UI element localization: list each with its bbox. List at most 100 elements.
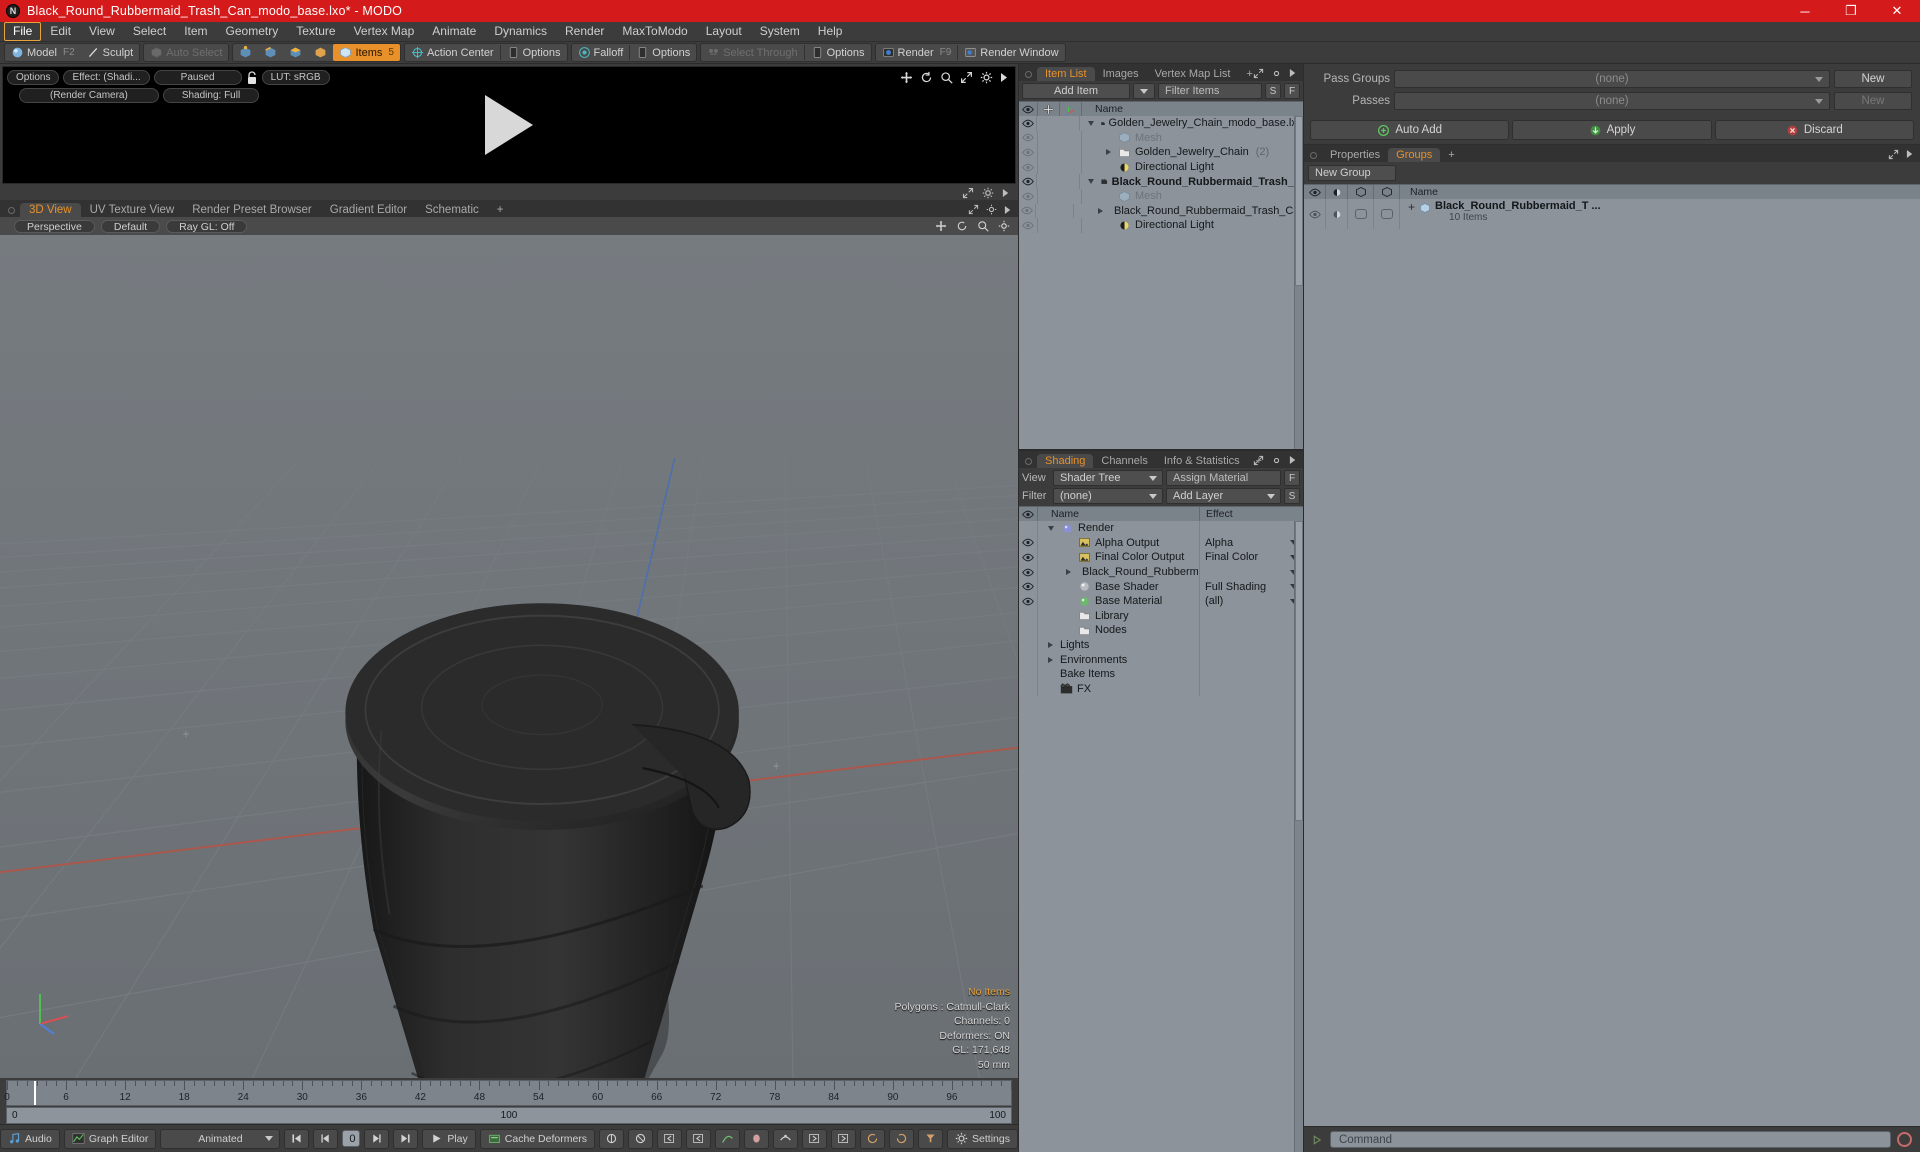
fit-icon[interactable] <box>1888 149 1899 160</box>
menu-select[interactable]: Select <box>124 22 175 41</box>
pass-groups-new-button[interactable]: New <box>1834 70 1912 88</box>
loop-right-button[interactable] <box>831 1128 857 1149</box>
viewport-raygl-button[interactable]: Ray GL: Off <box>166 219 248 233</box>
groups-tab-dot-icon[interactable] <box>1310 152 1317 159</box>
tab-shading[interactable]: Shading <box>1037 454 1094 468</box>
sculpt-mode-button[interactable]: Sculpt <box>81 44 140 61</box>
prev-key2-button[interactable] <box>686 1128 712 1149</box>
fit-icon[interactable] <box>1253 455 1264 466</box>
falloff-button[interactable]: Falloff <box>572 44 630 61</box>
row-visibility-toggle[interactable] <box>1019 623 1038 638</box>
apply-button[interactable]: Apply <box>1512 120 1712 140</box>
row-visibility-toggle[interactable] <box>1019 521 1038 536</box>
close-button[interactable]: ✕ <box>1874 0 1920 22</box>
action-center-options-button[interactable]: Options <box>501 44 567 61</box>
expand-arrow-icon[interactable] <box>1000 72 1009 83</box>
item-list-row[interactable]: Mesh <box>1019 130 1303 146</box>
gear-icon[interactable] <box>986 204 997 215</box>
row-visibility-toggle[interactable] <box>1019 550 1038 565</box>
menu-animate[interactable]: Animate <box>423 22 485 41</box>
preview-shading-button[interactable]: Shading: Full <box>162 88 260 103</box>
filter-items-input[interactable]: Filter Items <box>1158 83 1262 99</box>
eye-icon[interactable] <box>1022 553 1034 562</box>
menu-file[interactable]: File <box>4 22 42 41</box>
expand-plus-icon[interactable]: + <box>1408 200 1415 214</box>
row-visibility-toggle[interactable] <box>1019 535 1038 551</box>
select-through-button[interactable]: Select Through <box>701 44 803 61</box>
viewport-3d[interactable]: ++ + No Items Polygons : Catmull-Clark C… <box>0 235 1018 1078</box>
model-mode-button[interactable]: Model F2 <box>5 44 81 61</box>
viewport-tab-dot-icon[interactable] <box>8 207 15 214</box>
row-visibility-toggle[interactable] <box>1019 203 1036 219</box>
items-mode-button[interactable]: Items 5 <box>333 44 400 61</box>
fit-icon[interactable] <box>962 187 974 199</box>
rotate-icon[interactable] <box>920 71 933 84</box>
scrollbar-thumb[interactable] <box>1295 521 1303 821</box>
item-list-row[interactable]: Golden_Jewelry_Chain (2) <box>1019 145 1303 160</box>
assign-material-button[interactable]: Assign Material <box>1166 470 1281 486</box>
key-shape-button[interactable] <box>744 1128 770 1149</box>
zoom-icon[interactable] <box>977 220 989 232</box>
row-visibility-toggle[interactable] <box>1019 218 1038 233</box>
render-window-button[interactable]: Render Window <box>958 44 1064 61</box>
groups-add-tab-button[interactable]: + <box>1440 148 1462 162</box>
prev-frame-button[interactable] <box>313 1128 339 1149</box>
half-sphere-icon[interactable] <box>1331 209 1343 220</box>
twirl-open-icon[interactable] <box>1087 120 1094 126</box>
shading-row[interactable]: Base Material (all) <box>1019 593 1303 609</box>
timeline-ruler[interactable]: 0 6 12 18 24 30 36 42 48 54 60 66 72 78 84 90 96 <box>4 1080 1012 1106</box>
row-visibility-toggle[interactable] <box>1019 174 1038 189</box>
menu-maxtomodo[interactable]: MaxToModo <box>613 22 696 41</box>
twirl-closed-icon[interactable] <box>1048 642 1053 649</box>
rotate-icon[interactable] <box>956 220 968 232</box>
gear-icon[interactable] <box>998 220 1010 232</box>
tab-images[interactable]: Images <box>1095 67 1147 81</box>
shading-list-body[interactable]: Render Alpha Output Alpha Final Color Outpu… <box>1019 521 1303 1152</box>
shading-f-button[interactable]: F <box>1284 470 1300 486</box>
gear-icon[interactable] <box>980 71 993 84</box>
unlock-icon[interactable] <box>246 70 258 85</box>
row-visibility-toggle[interactable] <box>1019 145 1038 160</box>
eye-icon[interactable] <box>1021 119 1034 128</box>
tab-channels[interactable]: Channels <box>1093 454 1155 468</box>
loop-left-button[interactable] <box>802 1128 828 1149</box>
row-visibility-toggle[interactable] <box>1019 593 1038 609</box>
item-list-f-button[interactable]: F <box>1284 83 1300 99</box>
eye-icon[interactable] <box>1022 568 1034 577</box>
row-visibility-toggle[interactable] <box>1019 130 1038 146</box>
row-visibility-toggle[interactable] <box>1019 159 1038 175</box>
row-visibility-toggle[interactable] <box>1019 579 1038 594</box>
gear-icon[interactable] <box>1271 455 1282 466</box>
tab-properties[interactable]: Properties <box>1322 148 1388 162</box>
menu-system[interactable]: System <box>751 22 809 41</box>
groups-list-body[interactable]: + Black_Round_Rubbermaid_T ... 10 Items <box>1304 199 1920 1126</box>
shading-row[interactable]: Library <box>1019 608 1303 624</box>
key-tangent-button[interactable] <box>773 1128 799 1149</box>
expand-arrow-icon[interactable] <box>1906 149 1914 159</box>
shader-tree-dropdown[interactable]: Shader Tree <box>1053 470 1163 486</box>
tab-uv-texture-view[interactable]: UV Texture View <box>81 203 184 217</box>
item-list-row[interactable]: Directional Light <box>1019 159 1303 175</box>
command-record-button[interactable] <box>1897 1132 1912 1147</box>
auto-select-button[interactable]: Auto Select <box>144 44 228 61</box>
item-list-body[interactable]: Golden_Jewelry_Chain_modo_base.lxo Mesh Go… <box>1019 116 1303 449</box>
shading-row[interactable]: Environments <box>1019 652 1303 667</box>
tab-render-preset-browser[interactable]: Render Preset Browser <box>183 203 321 217</box>
vertices-mode-button[interactable] <box>233 44 258 61</box>
item-list-row[interactable]: Mesh <box>1019 188 1303 204</box>
preview-paused-button[interactable]: Paused <box>153 70 242 85</box>
menu-edit[interactable]: Edit <box>41 22 80 41</box>
item-list-row[interactable]: Golden_Jewelry_Chain_modo_base.lxo <box>1019 116 1303 131</box>
row-effect-dropdown[interactable]: (all) <box>1199 593 1303 609</box>
tab-item-list[interactable]: Item List <box>1037 67 1095 81</box>
zoom-icon[interactable] <box>940 71 953 84</box>
pan-icon[interactable] <box>935 220 947 232</box>
eye-icon[interactable] <box>1020 206 1033 215</box>
row-effect-dropdown[interactable]: Alpha <box>1199 535 1303 551</box>
preview-play-triangle-icon[interactable] <box>485 95 533 155</box>
shading-row[interactable]: Final Color Output Final Color <box>1019 550 1303 565</box>
eye-icon[interactable] <box>1022 597 1034 606</box>
item-list-s-button[interactable]: S <box>1265 83 1281 99</box>
shading-row[interactable]: Bake Items <box>1019 666 1303 682</box>
render2-toggle-checkbox[interactable] <box>1380 209 1393 219</box>
